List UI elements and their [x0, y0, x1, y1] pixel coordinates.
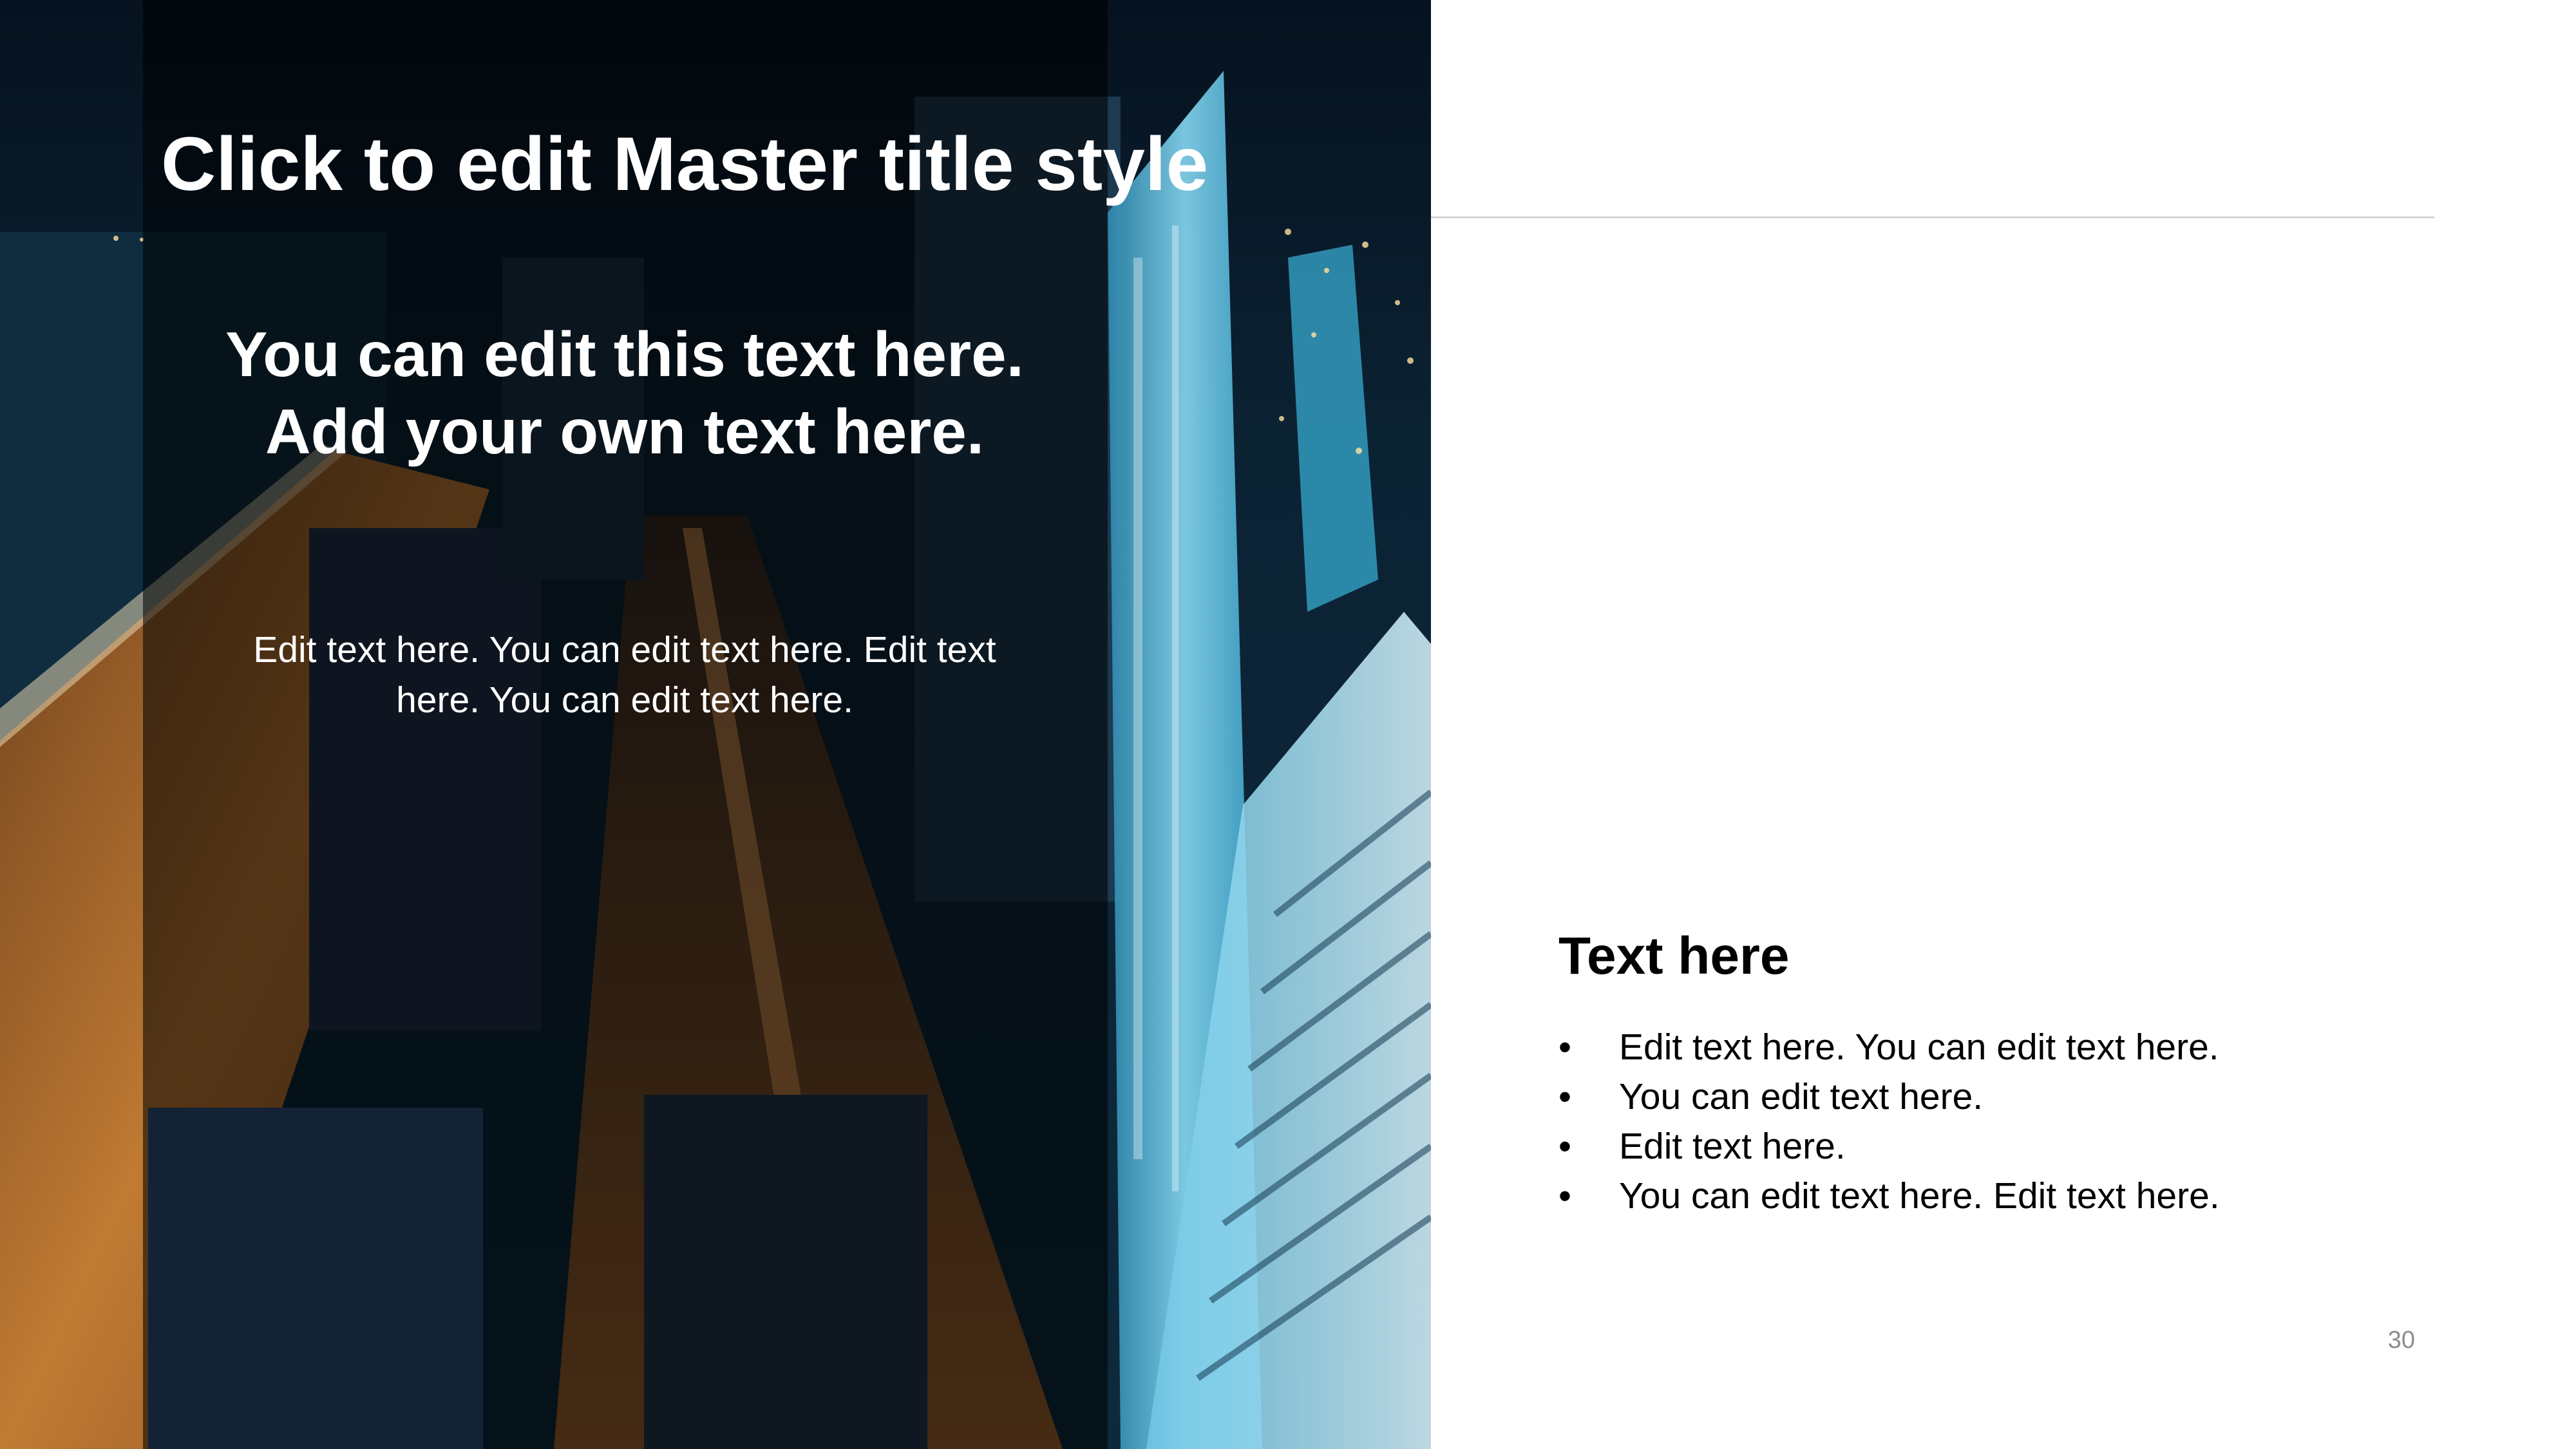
bullet-item[interactable]: • You can edit text here. Edit text here…	[1558, 1171, 2220, 1221]
bullet-dot-icon: •	[1558, 1126, 1571, 1167]
bullet-item[interactable]: • Edit text here.	[1558, 1122, 2220, 1171]
bullet-text: You can edit text here.	[1619, 1076, 1984, 1117]
bullet-dot-icon: •	[1558, 1076, 1571, 1117]
title-divider-line	[1431, 216, 2434, 218]
bullet-item[interactable]: • You can edit text here.	[1558, 1072, 2220, 1122]
bullet-text: Edit text here. You can edit text here.	[1619, 1027, 2219, 1068]
overlay-body-text[interactable]: Edit text here. You can edit text here. …	[219, 625, 1030, 725]
bullet-dot-icon: •	[1558, 1027, 1571, 1068]
bullet-text: Edit text here.	[1619, 1126, 1846, 1167]
bullet-list: • Edit text here. You can edit text here…	[1558, 1023, 2220, 1221]
master-title[interactable]: Click to edit Master title style	[161, 119, 1320, 209]
slide: Click to edit Master title style You can…	[0, 0, 2576, 1449]
bullet-text: You can edit text here. Edit text here.	[1619, 1175, 2220, 1217]
bullet-dot-icon: •	[1558, 1175, 1571, 1217]
overlay-heading[interactable]: You can edit this text here. Add your ow…	[213, 316, 1037, 470]
content-heading[interactable]: Text here	[1558, 924, 1790, 989]
slide-page-number: 30	[2387, 1327, 2415, 1354]
bullet-item[interactable]: • Edit text here. You can edit text here…	[1558, 1023, 2220, 1072]
